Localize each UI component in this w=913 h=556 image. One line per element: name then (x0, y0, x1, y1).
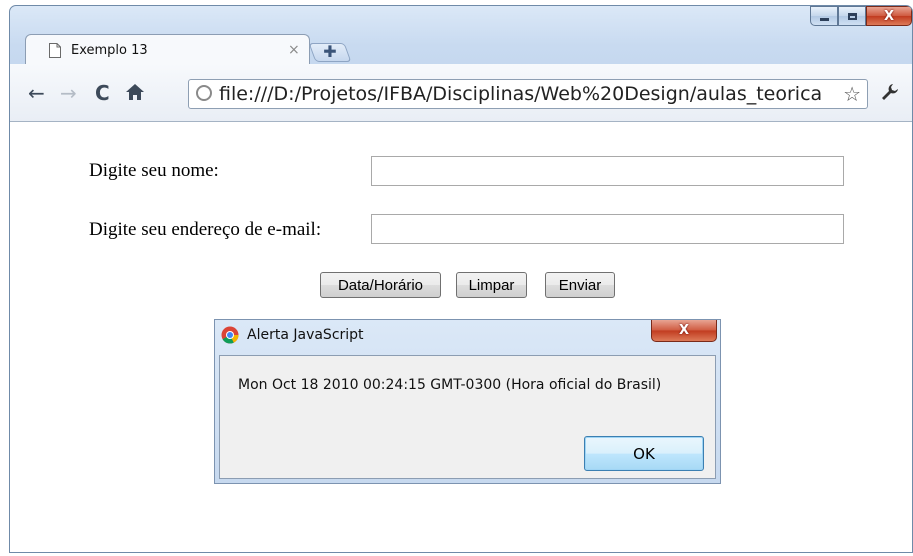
tab-title: Exemplo 13 (71, 43, 148, 58)
home-glyph (126, 84, 144, 100)
name-input[interactable] (371, 156, 844, 186)
bookmark-star-icon[interactable]: ☆ (843, 82, 861, 106)
wrench-icon[interactable] (880, 82, 900, 107)
maximize-icon (847, 12, 857, 20)
clear-button[interactable]: Limpar (456, 272, 527, 298)
alert-title: Alerta JavaScript (247, 327, 364, 343)
home-icon[interactable] (125, 82, 145, 105)
browser-toolbar: ← → C file:///D:/Projetos/IFBA/Disciplin… (10, 64, 912, 122)
maximize-button[interactable] (838, 6, 866, 26)
alert-close-icon: X (678, 323, 690, 338)
alert-message: Mon Oct 18 2010 00:24:15 GMT-0300 (Hora … (238, 377, 662, 393)
window-caption-buttons: X (810, 6, 912, 26)
window-close-button[interactable]: X (866, 6, 912, 26)
tab-close-icon[interactable]: × (288, 42, 300, 58)
ok-button[interactable]: OK (584, 436, 704, 471)
back-arrow-icon[interactable]: ← (28, 83, 45, 103)
address-bar[interactable]: file:///D:/Projetos/IFBA/Disciplinas/Web… (188, 79, 868, 109)
minimize-icon (819, 17, 829, 21)
datetime-button[interactable]: Data/Horário (320, 272, 441, 298)
alert-close-button[interactable]: X (651, 320, 717, 342)
name-label: Digite seu nome: (89, 160, 219, 181)
reload-icon[interactable]: C (95, 83, 110, 103)
email-input[interactable] (371, 214, 844, 244)
email-label: Digite seu endereço de e-mail: (89, 219, 322, 240)
submit-button[interactable]: Enviar (545, 272, 615, 298)
wrench-glyph (882, 84, 898, 100)
alert-body: Mon Oct 18 2010 00:24:15 GMT-0300 (Hora … (219, 355, 716, 479)
forward-arrow-icon[interactable]: → (60, 83, 77, 103)
chrome-logo-icon (221, 326, 239, 344)
window-close-icon: X (883, 8, 895, 24)
page-icon (49, 43, 61, 58)
tab-exemplo-13[interactable]: Exemplo 13 × (25, 34, 310, 65)
javascript-alert-dialog: X Alerta JavaScript Mon Oct 18 2010 00:2… (214, 319, 721, 484)
address-url[interactable]: file:///D:/Projetos/IFBA/Disciplinas/Web… (219, 83, 831, 105)
minimize-button[interactable] (810, 6, 838, 26)
globe-icon (196, 85, 212, 101)
new-tab-plus-icon: ✚ (323, 42, 337, 61)
